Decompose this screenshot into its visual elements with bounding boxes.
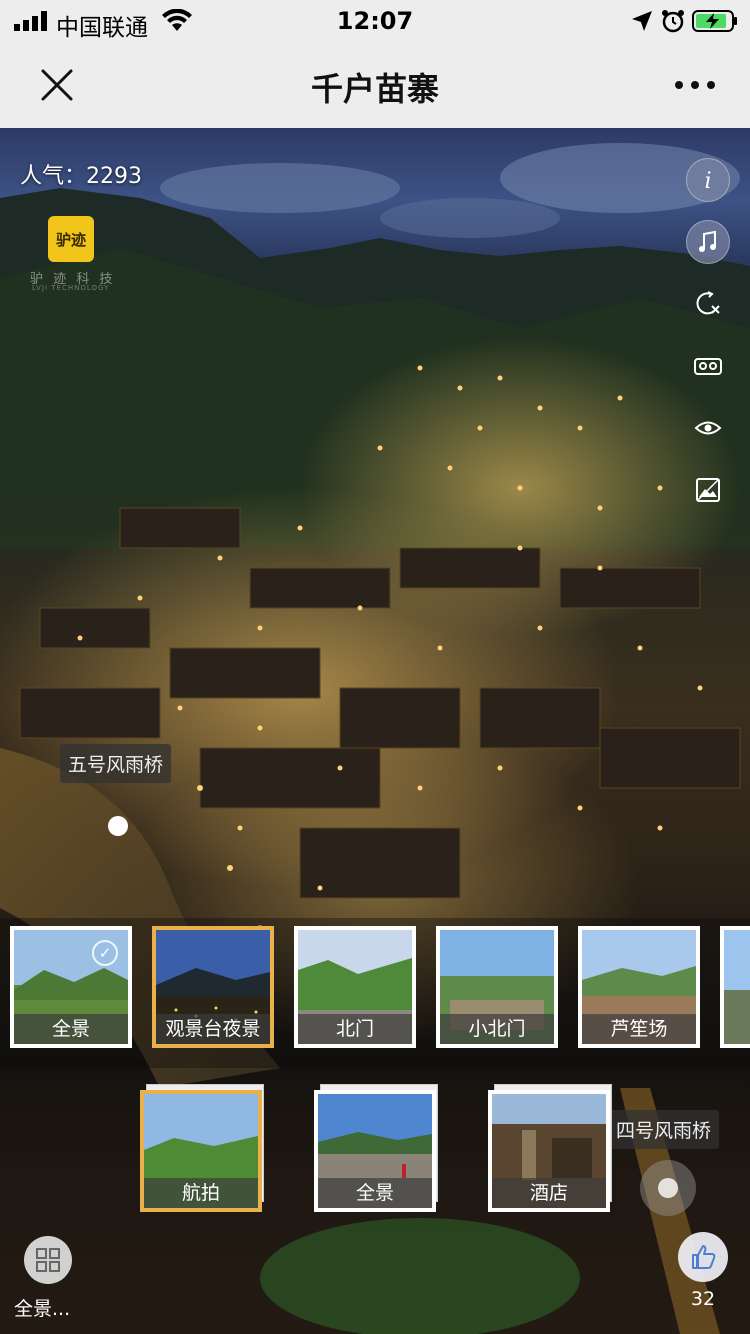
- status-bar: 中国联通 12:07: [0, 0, 750, 44]
- group-label: 航拍: [144, 1178, 258, 1208]
- gallery-icon: [696, 478, 720, 502]
- thumbs-up-icon: [692, 1245, 716, 1269]
- location-arrow-icon: [632, 11, 652, 31]
- battery-charging-icon: [692, 10, 737, 32]
- scene-thumb-more[interactable]: [720, 926, 750, 1048]
- selected-check-icon: ✓: [92, 940, 118, 966]
- scene-thumb-label: 芦笙场: [582, 1014, 696, 1044]
- like-button[interactable]: [678, 1232, 728, 1282]
- gallery-button[interactable]: [686, 468, 730, 512]
- more-options-button[interactable]: [670, 72, 720, 98]
- scene-thumb-north-gate[interactable]: 北门: [294, 926, 416, 1048]
- hotspot-marker-bridge-5[interactable]: [108, 816, 128, 836]
- scene-thumb-small-north-gate[interactable]: 小北门: [436, 926, 558, 1048]
- scene-thumb-label: 小北门: [440, 1014, 554, 1044]
- logo-text: 驴迹: [55, 230, 86, 249]
- scene-thumb-label: 北门: [298, 1014, 412, 1044]
- catalog-label[interactable]: 全景...: [14, 1294, 70, 1321]
- vr-glasses-icon: [694, 358, 722, 375]
- panorama-viewer[interactable]: 人气：2293 驴迹 驴 迹 科 技 LVJI TECHNOLOGY i 五号风…: [0, 128, 750, 1334]
- group-aerial[interactable]: 航拍: [140, 1084, 264, 1214]
- svg-text:i: i: [704, 169, 711, 194]
- like-count: 32: [690, 1288, 716, 1310]
- gyro-icon: [696, 291, 720, 315]
- scene-thumb-label: 全景: [14, 1014, 128, 1044]
- music-icon: [699, 230, 716, 252]
- scene-thumb-panorama[interactable]: ✓ 全景: [10, 926, 132, 1048]
- group-frame: 全景: [314, 1090, 436, 1212]
- logo-tagline: LVJI TECHNOLOGY: [32, 284, 110, 292]
- info-icon: i: [704, 169, 711, 194]
- group-label: 全景: [318, 1178, 432, 1208]
- hotspot-label-bridge-5[interactable]: 五号风雨桥: [60, 744, 172, 783]
- group-frame: 酒店: [488, 1090, 610, 1212]
- gyro-button[interactable]: [686, 282, 730, 326]
- info-button[interactable]: i: [686, 158, 730, 202]
- view-mode-button[interactable]: [686, 406, 730, 450]
- popularity-count: 人气：2293: [20, 164, 142, 189]
- scene-group-strip[interactable]: 航拍 全景 酒店: [0, 1080, 750, 1236]
- grid-icon: [36, 1248, 60, 1272]
- group-label: 酒店: [492, 1178, 606, 1208]
- page-title: 千户苗寨: [310, 70, 439, 108]
- catalog-button[interactable]: [24, 1236, 72, 1284]
- alarm-icon: [662, 10, 684, 33]
- nav-bar: 千户苗寨: [0, 44, 750, 128]
- music-button[interactable]: [686, 220, 730, 264]
- brand-logo: 驴迹: [48, 216, 94, 262]
- scene-thumb-lusheng-square[interactable]: 芦笙场: [578, 926, 700, 1048]
- group-hotel[interactable]: 酒店: [488, 1084, 612, 1214]
- group-panorama[interactable]: 全景: [314, 1084, 438, 1214]
- scene-thumb-night-view[interactable]: 观景台夜景: [152, 926, 274, 1048]
- group-frame: 航拍: [140, 1090, 262, 1212]
- scene-thumb-label: 观景台夜景: [156, 1014, 270, 1044]
- vr-button[interactable]: [686, 344, 730, 388]
- scene-thumbnail-strip[interactable]: ✓ 全景 观景台夜景 北门 小北门 芦笙场: [0, 918, 750, 1068]
- eye-icon: [694, 421, 722, 435]
- scene-thumb-image: [724, 930, 750, 1044]
